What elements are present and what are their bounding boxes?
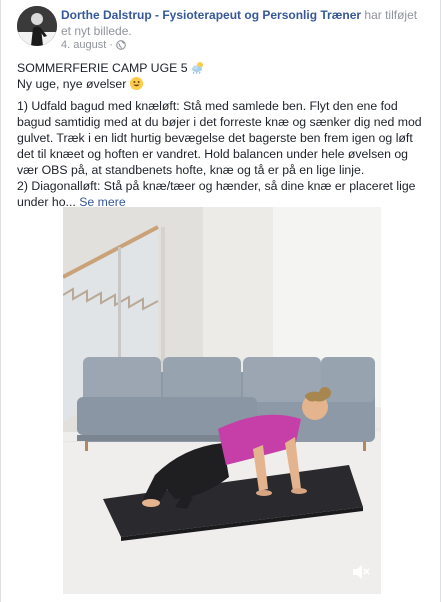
author-avatar[interactable] <box>17 6 57 46</box>
exercise-2-text: 2) Diagonalløft: Stå på knæ/tæer og hænd… <box>17 179 416 209</box>
post-subtitle-line: Ny uge, nye øvelser <box>17 76 425 92</box>
exercise-2-line: 2) Diagonalløft: Stå på knæ/tæer og hænd… <box>17 178 425 210</box>
post-date-link[interactable]: 4. august <box>61 39 106 51</box>
smile-icon <box>129 77 143 90</box>
exercise-1-text: 1) Udfald bagud med knæløft: Stå med sam… <box>17 99 422 177</box>
post-headline: Dorthe Dalstrup - Fysioterapeut og Perso… <box>61 7 427 39</box>
meta-separator: · <box>109 39 113 51</box>
video-frame <box>63 207 381 594</box>
globe-icon[interactable] <box>116 40 126 50</box>
muted-speaker-icon[interactable] <box>351 564 371 580</box>
post-title: SOMMERFERIE CAMP UGE 5 <box>17 61 188 75</box>
author-name-link[interactable]: Dorthe Dalstrup - Fysioterapeut og Perso… <box>61 8 361 22</box>
post-video[interactable] <box>63 207 381 594</box>
cloud-sun-icon <box>191 60 204 74</box>
post-meta: 4. august · <box>61 39 126 51</box>
post-header: Dorthe Dalstrup - Fysioterapeut og Perso… <box>17 6 427 51</box>
post-body: SOMMERFERIE CAMP UGE 5 Ny uge, nye øvels… <box>17 60 425 210</box>
facebook-post: Dorthe Dalstrup - Fysioterapeut og Perso… <box>0 0 441 602</box>
post-subtitle: Ny uge, nye øvelser <box>17 77 127 91</box>
post-title-line: SOMMERFERIE CAMP UGE 5 <box>17 60 425 76</box>
